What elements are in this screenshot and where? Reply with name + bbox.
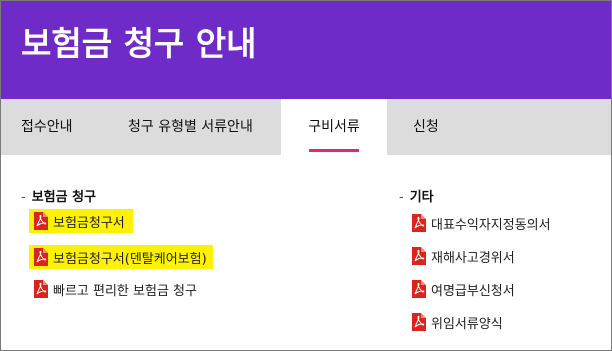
pdf-icon xyxy=(33,212,48,230)
pdf-icon xyxy=(411,280,426,298)
pdf-icon xyxy=(33,280,48,298)
tab-required-documents-label: 구비서류 xyxy=(308,119,360,135)
doc-label: 보험금청구서(덴탈케어보험) xyxy=(53,251,207,267)
tab-documents-by-claim-type[interactable]: 청구 유형별 서류안내 xyxy=(128,99,253,155)
pdf-icon xyxy=(411,214,426,232)
pdf-icon xyxy=(411,247,426,265)
doc-label: 위임서류양식 xyxy=(431,316,503,332)
doc-claim-form-dental-care[interactable]: 보험금청구서(덴탈케어보험) xyxy=(29,245,213,269)
page-title: 보험금 청구 안내 xyxy=(21,24,257,63)
tab-reception-guide[interactable]: 접수안내 xyxy=(21,99,73,155)
section-bullet: - xyxy=(21,190,26,205)
doc-living-benefit-application[interactable]: 여명급부신청서 xyxy=(411,277,515,301)
left-section-title-text: 보험금 청구 xyxy=(31,190,97,205)
doc-label: 빠르고 편리한 보험금 청구 xyxy=(53,283,197,299)
right-section-title-text: 기타 xyxy=(409,190,434,205)
tab-bar: 접수안내 청구 유형별 서류안내 구비서류 신청 xyxy=(1,99,611,155)
left-section-title: - 보험금 청구 xyxy=(21,186,96,205)
page-header: 보험금 청구 안내 xyxy=(1,1,611,99)
section-bullet: - xyxy=(399,190,404,205)
doc-claim-form[interactable]: 보험금청구서 xyxy=(29,209,133,233)
doc-accident-report[interactable]: 재해사고경위서 xyxy=(411,244,515,268)
tab-required-documents[interactable]: 구비서류 xyxy=(281,99,387,155)
right-section-title: - 기타 xyxy=(399,186,434,205)
doc-label: 보험금청구서 xyxy=(53,215,125,231)
doc-label: 대표수익자지정동의서 xyxy=(431,217,551,233)
doc-power-of-attorney-form[interactable]: 위임서류양식 xyxy=(411,310,503,334)
doc-label: 여명급부신청서 xyxy=(431,283,515,299)
pdf-icon xyxy=(33,248,48,266)
doc-label: 재해사고경위서 xyxy=(431,250,515,266)
active-tab-indicator xyxy=(309,149,359,152)
documents-panel: - 보험금 청구 보험금청구서 보험금청구서(덴탈케어보험) 빠르고 편리한 보험… xyxy=(1,155,611,350)
pdf-icon xyxy=(411,313,426,331)
doc-beneficiary-consent[interactable]: 대표수익자지정동의서 xyxy=(411,211,551,235)
page-frame: 보험금 청구 안내 접수안내 청구 유형별 서류안내 구비서류 신청 - 보험금 … xyxy=(0,0,612,351)
doc-quick-claim-guide[interactable]: 빠르고 편리한 보험금 청구 xyxy=(33,277,197,301)
tab-apply[interactable]: 신청 xyxy=(413,99,439,155)
